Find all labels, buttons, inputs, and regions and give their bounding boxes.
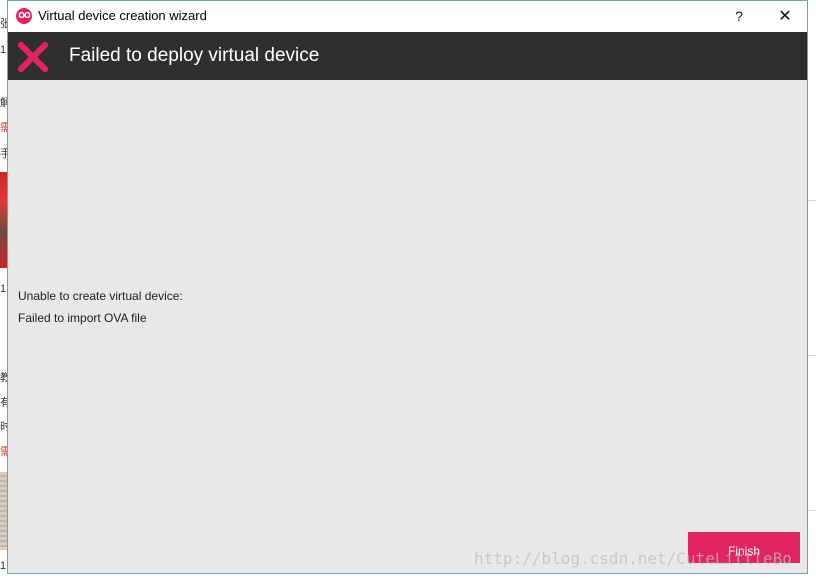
error-message-line: Unable to create virtual device: <box>18 289 183 303</box>
window-title: Virtual device creation wizard <box>38 8 207 23</box>
header-title: Failed to deploy virtual device <box>69 45 320 66</box>
status-header: Failed to deploy virtual device <box>8 32 807 80</box>
error-detail-line: Failed to import OVA file <box>18 311 147 325</box>
title-bar[interactable]: OO Virtual device creation wizard ? ✕ <box>8 1 807 32</box>
background-bottom-edge <box>0 574 816 579</box>
background-app-right-edge <box>807 0 816 579</box>
finish-button[interactable]: Finish <box>688 532 800 563</box>
help-button[interactable]: ? <box>716 1 762 32</box>
close-button[interactable]: ✕ <box>762 1 808 32</box>
app-logo-icon: OO <box>16 8 32 24</box>
message-panel: Unable to create virtual device: Failed … <box>8 80 807 573</box>
failure-x-icon <box>18 42 48 72</box>
wizard-dialog: OO Virtual device creation wizard ? ✕ Fa… <box>7 0 808 574</box>
